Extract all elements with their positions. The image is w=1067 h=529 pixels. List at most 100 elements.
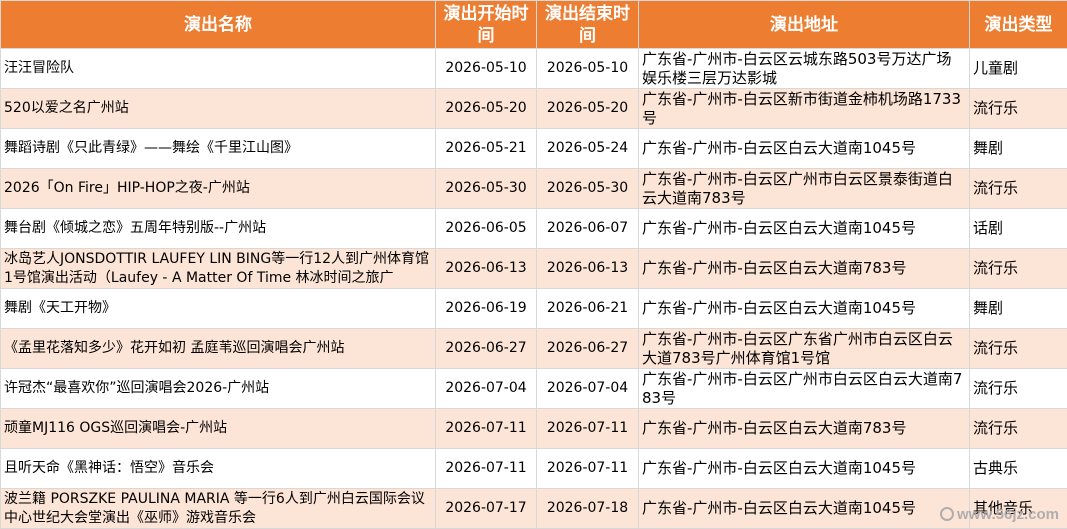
- cell-start-time[interactable]: 2026-05-10: [435, 48, 537, 89]
- cell-start-time[interactable]: 2026-07-17: [435, 488, 537, 529]
- header-start-time[interactable]: 演出开始时间: [435, 0, 537, 49]
- header-name[interactable]: 演出名称: [0, 0, 436, 49]
- cell-name[interactable]: 许冠杰“最喜欢你”巡回演唱会2026-广州站: [0, 368, 436, 409]
- cell-start-time-text: 2026-06-27: [445, 340, 527, 356]
- cell-address[interactable]: 广东省-广州市-白云区白云大道南1045号: [638, 208, 970, 249]
- cell-type-text: 儿童剧: [973, 59, 1019, 77]
- cell-type-text: 流行乐: [973, 379, 1019, 397]
- cell-address[interactable]: 广东省-广州市-白云区白云大道南783号: [638, 408, 970, 449]
- cell-end-time[interactable]: 2026-05-30: [536, 168, 639, 209]
- cell-start-time[interactable]: 2026-06-13: [435, 248, 537, 289]
- cell-start-time[interactable]: 2026-05-30: [435, 168, 537, 209]
- cell-type-text: 流行乐: [973, 179, 1019, 197]
- cell-start-time[interactable]: 2026-05-21: [435, 128, 537, 169]
- cell-address[interactable]: 广东省-广州市-白云区白云大道南1045号: [638, 448, 970, 489]
- cell-end-time[interactable]: 2026-06-21: [536, 288, 639, 329]
- cell-type[interactable]: 舞剧: [969, 288, 1067, 329]
- cell-name[interactable]: 《孟里花落知多少》花开如初 孟庭苇巡回演唱会广州站: [0, 328, 436, 369]
- cell-name-text: 舞台剧《倾城之恋》五周年特别版--广州站: [4, 220, 267, 236]
- cell-name[interactable]: 冰岛艺人JONSDOTTIR LAUFEY LIN BING等一行12人到广州体…: [0, 248, 436, 289]
- cell-name[interactable]: 2026「On Fire」HIP-HOP之夜-广州站: [0, 168, 436, 209]
- cell-end-time-text: 2026-05-24: [546, 140, 629, 156]
- cell-type[interactable]: 话剧: [969, 208, 1067, 249]
- cell-address-text: 广东省-广州市-白云区白云大道南783号: [642, 419, 907, 437]
- watermark: www.56jz.com: [940, 506, 1059, 523]
- cell-name[interactable]: 舞台剧《倾城之恋》五周年特别版--广州站: [0, 208, 436, 249]
- cell-name[interactable]: 波兰籍 PORSZKE PAULINA MARIA 等一行6人到广州白云国际会议…: [0, 488, 436, 529]
- header-end-time[interactable]: 演出结束时间: [536, 0, 639, 49]
- cell-type[interactable]: 流行乐: [969, 168, 1067, 209]
- cell-address[interactable]: 广东省-广州市-白云区白云大道南1045号: [638, 288, 970, 329]
- cell-address-text: 广东省-广州市-白云区白云大道南1045号: [642, 139, 917, 157]
- cell-end-time-text: 2026-06-13: [546, 260, 629, 276]
- cell-start-time-text: 2026-05-20: [445, 100, 527, 116]
- cell-end-time[interactable]: 2026-06-07: [536, 208, 639, 249]
- header-address[interactable]: 演出地址: [638, 0, 970, 49]
- cell-type-text: 流行乐: [973, 99, 1019, 117]
- cell-start-time[interactable]: 2026-05-20: [435, 88, 537, 129]
- cell-type[interactable]: 流行乐: [969, 368, 1067, 409]
- cell-name-text: 且听天命《黑神话：悟空》音乐会: [4, 460, 214, 476]
- cell-start-time-text: 2026-05-21: [445, 140, 527, 156]
- cell-name[interactable]: 舞剧《天工开物》: [0, 288, 436, 329]
- cell-address[interactable]: 广东省-广州市-白云区白云大道南1045号: [638, 128, 970, 169]
- cell-start-time[interactable]: 2026-06-19: [435, 288, 537, 329]
- cell-start-time[interactable]: 2026-07-04: [435, 368, 537, 409]
- table-row: 舞台剧《倾城之恋》五周年特别版--广州站 2026-06-05 2026-06-07…: [0, 208, 1067, 249]
- cell-address[interactable]: 广东省-广州市-白云区白云大道南783号: [638, 248, 970, 289]
- cell-address[interactable]: 广东省-广州市-白云区广州市白云区景泰街道白云大道南783号: [638, 168, 970, 209]
- table-row: 汪汪冒险队 2026-05-10 2026-05-10 广东省-广州市-白云区云城东路…: [0, 48, 1067, 89]
- cell-type-text: 话剧: [973, 219, 1004, 237]
- cell-name[interactable]: 且听天命《黑神话：悟空》音乐会: [0, 448, 436, 489]
- cell-address[interactable]: 广东省-广州市-白云区新市街道金柿机场路1733号: [638, 88, 970, 129]
- cell-name-text: 《孟里花落知多少》花开如初 孟庭苇巡回演唱会广州站: [4, 340, 345, 356]
- cell-address-text: 广东省-广州市-白云区云城东路503号万达广场娱乐楼三层万达影城: [642, 49, 952, 87]
- cell-address[interactable]: 广东省-广州市-白云区广东省广州市白云区白云大道783号广州体育馆1号馆: [638, 328, 970, 369]
- table-row: 冰岛艺人JONSDOTTIR LAUFEY LIN BING等一行12人到广州体…: [0, 248, 1067, 289]
- cell-name[interactable]: 舞蹈诗剧《只此青绿》——舞绘《千里江山图》: [0, 128, 436, 169]
- cell-start-time[interactable]: 2026-06-27: [435, 328, 537, 369]
- cell-start-time[interactable]: 2026-06-05: [435, 208, 537, 249]
- cell-end-time-text: 2026-06-07: [546, 220, 629, 236]
- cell-name-text: 许冠杰“最喜欢你”巡回演唱会2026-广州站: [4, 380, 270, 396]
- cell-start-time[interactable]: 2026-07-11: [435, 448, 537, 489]
- table-row: 且听天命《黑神话：悟空》音乐会 2026-07-11 2026-07-11 广东省-广…: [0, 448, 1067, 489]
- cell-name-text: 舞剧《天工开物》: [4, 300, 116, 316]
- cell-end-time[interactable]: 2026-07-18: [536, 488, 639, 529]
- cell-address-text: 广东省-广州市-白云区白云大道南1045号: [642, 299, 917, 317]
- cell-type[interactable]: 流行乐: [969, 408, 1067, 449]
- cell-start-time-text: 2026-05-10: [445, 60, 527, 76]
- cell-end-time[interactable]: 2026-06-27: [536, 328, 639, 369]
- cell-end-time[interactable]: 2026-05-20: [536, 88, 639, 129]
- cell-type[interactable]: 舞剧: [969, 128, 1067, 169]
- cell-address[interactable]: 广东省-广州市-白云区广州市白云区白云大道南783号: [638, 368, 970, 409]
- cell-end-time-text: 2026-05-10: [546, 60, 629, 76]
- spreadsheet: 演出名称 演出开始时间 演出结束时间 演出地址 演出类型 汪汪冒险队 2026-0…: [0, 0, 1067, 529]
- cell-start-time-text: 2026-07-11: [445, 420, 527, 436]
- cell-end-time-text: 2026-07-18: [546, 500, 629, 516]
- cell-end-time[interactable]: 2026-05-24: [536, 128, 639, 169]
- cell-address[interactable]: 广东省-广州市-白云区白云大道南1045号: [638, 488, 970, 529]
- cell-type[interactable]: 儿童剧: [969, 48, 1067, 89]
- cell-name[interactable]: 520以爱之名广州站: [0, 88, 436, 129]
- cell-name[interactable]: 汪汪冒险队: [0, 48, 436, 89]
- cell-type[interactable]: 古典乐: [969, 448, 1067, 489]
- table-body: 汪汪冒险队 2026-05-10 2026-05-10 广东省-广州市-白云区云城东路…: [0, 48, 1067, 529]
- watermark-logo-icon: [940, 507, 955, 521]
- cell-type-text: 舞剧: [973, 139, 1004, 157]
- cell-type[interactable]: 流行乐: [969, 88, 1067, 129]
- cell-name[interactable]: 顽童MJ116 OGS巡回演唱会-广州站: [0, 408, 436, 449]
- cell-address-text: 广东省-广州市-白云区广州市白云区白云大道南783号: [642, 369, 963, 407]
- cell-end-time[interactable]: 2026-07-04: [536, 368, 639, 409]
- cell-end-time[interactable]: 2026-06-13: [536, 248, 639, 289]
- cell-address[interactable]: 广东省-广州市-白云区云城东路503号万达广场娱乐楼三层万达影城: [638, 48, 970, 89]
- header-type[interactable]: 演出类型: [969, 0, 1067, 49]
- cell-start-time-text: 2026-07-11: [445, 460, 527, 476]
- cell-end-time[interactable]: 2026-07-11: [536, 408, 639, 449]
- cell-type[interactable]: 流行乐: [969, 328, 1067, 369]
- watermark-text: www.56jz.com: [957, 506, 1059, 523]
- cell-end-time[interactable]: 2026-05-10: [536, 48, 639, 89]
- cell-type[interactable]: 流行乐: [969, 248, 1067, 289]
- cell-start-time[interactable]: 2026-07-11: [435, 408, 537, 449]
- cell-end-time[interactable]: 2026-07-11: [536, 448, 639, 489]
